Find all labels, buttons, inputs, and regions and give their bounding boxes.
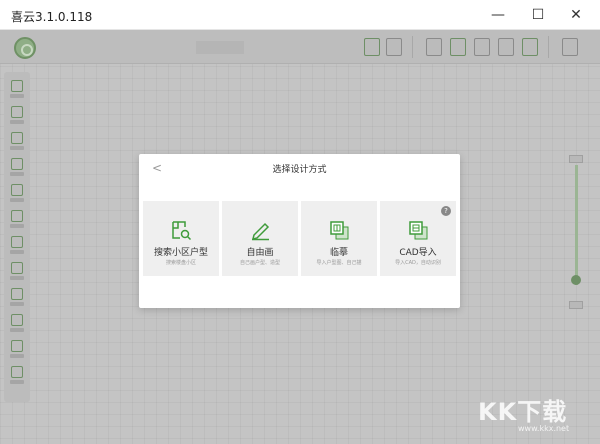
watermark-logo: KK下载: [478, 398, 568, 426]
bath-icon: [11, 340, 23, 352]
pencil-draw-icon: [251, 222, 270, 241]
tool-icon[interactable]: [450, 38, 466, 56]
option-free-draw[interactable]: 自由画 自己画户型、造型: [222, 201, 298, 276]
sidebar-item[interactable]: [9, 158, 25, 178]
account-icon[interactable]: [562, 38, 578, 56]
light-icon: [11, 262, 23, 274]
trace-icon: [330, 221, 349, 240]
document-name: [196, 41, 244, 54]
option-description: 自己画户型、造型: [239, 260, 280, 266]
zoom-slider[interactable]: [568, 155, 584, 315]
sidebar-item[interactable]: [9, 262, 25, 282]
kitchen-icon: [11, 314, 23, 326]
help-icon[interactable]: ?: [441, 206, 451, 216]
ceiling-icon: [11, 236, 23, 248]
option-description: 搜索楼盘小区: [165, 260, 196, 266]
option-description: 导入CAD，自动识别: [395, 260, 441, 266]
view-icon[interactable]: [474, 38, 490, 56]
design-method-dialog: < 选择设计方式 搜索小区户型 搜索楼盘小区 自由画 自己画户型、造型 临摹 导…: [139, 154, 460, 308]
app-logo-icon: [14, 37, 36, 59]
sidebar-item[interactable]: [9, 210, 25, 230]
user-icon[interactable]: [386, 38, 402, 56]
window-title: 喜云3.1.0.118: [11, 10, 93, 24]
wall-icon: [11, 80, 23, 92]
toolbar-divider: [412, 36, 413, 58]
person-icon[interactable]: [426, 38, 442, 56]
sidebar-item[interactable]: [9, 288, 25, 308]
zoom-handle[interactable]: [571, 275, 581, 285]
watermark: KK下载 www.kkx.net: [478, 392, 590, 436]
option-label: 临摹: [329, 248, 348, 258]
left-sidebar: [4, 72, 30, 402]
door-icon: [11, 106, 23, 118]
room-icon: [11, 158, 23, 170]
render-icon[interactable]: [364, 38, 380, 56]
camera-icon[interactable]: [498, 38, 514, 56]
search-icon: [11, 366, 23, 378]
option-trace[interactable]: 临摹 导入户型图、自己描: [301, 201, 377, 276]
option-label: 自由画: [246, 248, 274, 258]
top-toolbar: [0, 30, 600, 64]
sidebar-item[interactable]: [9, 106, 25, 126]
floorplan-search-icon: [172, 221, 192, 241]
minimize-button[interactable]: —: [480, 0, 516, 30]
sidebar-item[interactable]: [9, 80, 25, 100]
sidebar-item[interactable]: [9, 366, 25, 386]
sidebar-item[interactable]: [9, 132, 25, 152]
sidebar-item[interactable]: [9, 236, 25, 256]
title-bar: 喜云3.1.0.118 — ☐ ✕: [0, 0, 600, 30]
window-icon: [11, 132, 23, 144]
sidebar-item[interactable]: [9, 314, 25, 334]
zoom-track[interactable]: [575, 165, 578, 285]
decor-icon: [11, 288, 23, 300]
option-label: 搜索小区户型: [153, 248, 208, 258]
watermark-url: www.kkx.net: [518, 424, 570, 433]
maximize-button[interactable]: ☐: [520, 0, 556, 30]
toolbar-divider: [548, 36, 549, 58]
option-label: CAD导入: [399, 248, 437, 258]
option-description: 导入户型图、自己描: [316, 260, 362, 266]
sidebar-item[interactable]: [9, 340, 25, 360]
dialog-title: 选择设计方式: [272, 165, 327, 175]
zoom-in-button[interactable]: [569, 155, 583, 163]
option-search-floorplan[interactable]: 搜索小区户型 搜索楼盘小区: [143, 201, 219, 276]
furniture-icon: [11, 184, 23, 196]
zoom-out-button[interactable]: [569, 301, 583, 309]
close-button[interactable]: ✕: [558, 0, 594, 30]
cad-import-icon: [409, 221, 428, 240]
export-icon[interactable]: [522, 38, 538, 56]
material-icon: [11, 210, 23, 222]
sidebar-item[interactable]: [9, 184, 25, 204]
